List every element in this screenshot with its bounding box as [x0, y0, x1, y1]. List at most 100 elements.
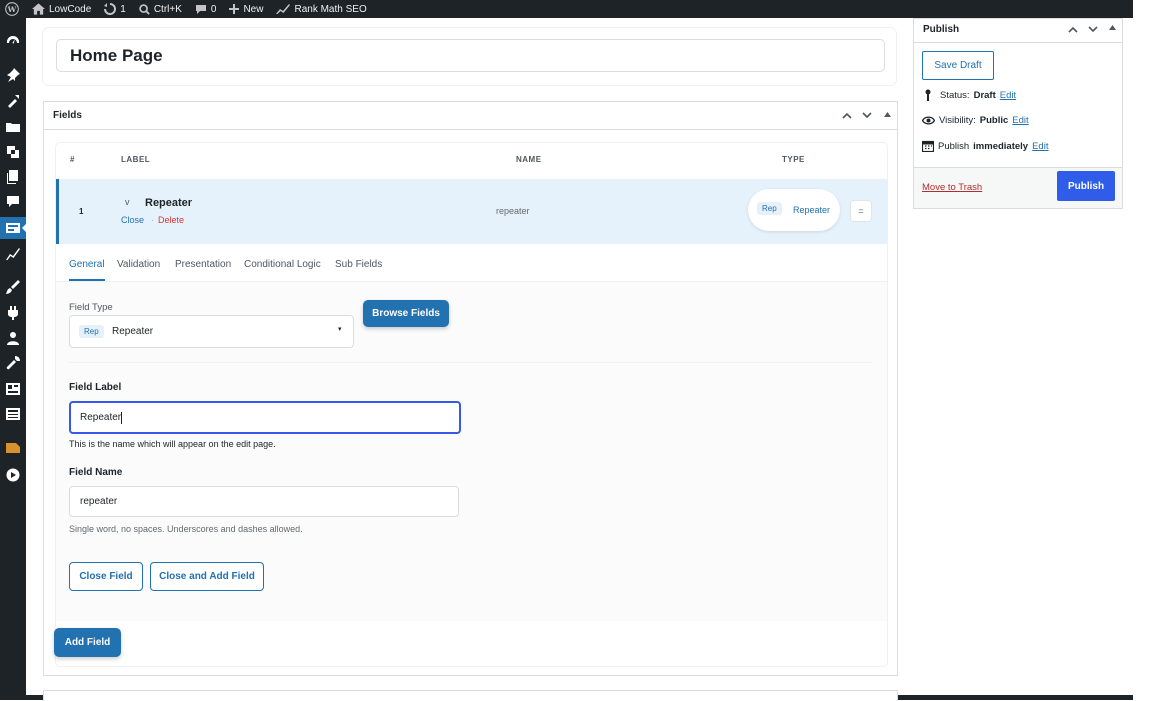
publish-prefix: Publish [938, 140, 970, 152]
comments-link[interactable]: 0 [195, 0, 217, 18]
right-edge [1133, 0, 1152, 700]
publish-move-up-icon[interactable] [1068, 26, 1078, 33]
drag-handle-icon[interactable]: = [851, 201, 871, 221]
folder-icon[interactable] [6, 120, 20, 134]
status-value: Draft [973, 89, 996, 101]
title-input-value: Home Page [70, 45, 163, 65]
browse-fields-label: Browse Fields [372, 308, 440, 319]
field-row[interactable]: 1 v Repeater Close · Delete repeater Rep… [56, 179, 887, 244]
forms-icon[interactable] [6, 221, 20, 235]
field-label-input[interactable]: Repeater [69, 401, 461, 434]
site-name-link[interactable]: LowCode [32, 0, 91, 18]
col-label-header: LABEL [121, 155, 151, 164]
schedule-edit-link[interactable]: Edit [1032, 141, 1048, 152]
settings-icon[interactable] [6, 382, 20, 396]
publish-box: Publish Save Draft Status: Draft Edit Vi… [913, 18, 1123, 209]
users-icon[interactable] [6, 331, 20, 345]
media-icon[interactable] [6, 145, 20, 159]
col-order-header: # [70, 155, 75, 164]
svg-text:W: W [7, 5, 17, 14]
tab-general-label: General [69, 259, 105, 270]
field-name-input-value: repeater [80, 496, 118, 507]
publish-box-title: Publish [923, 24, 960, 35]
field-name-help: Single word, no spaces. Underscores and … [69, 524, 303, 534]
plugin-orange-icon[interactable] [6, 441, 20, 455]
text-caret [121, 411, 123, 424]
rank-math-link[interactable]: Rank Math SEO [276, 0, 367, 18]
field-label-help: This is the name which will appear on th… [69, 439, 276, 449]
add-field-button[interactable]: Add Field [54, 628, 121, 657]
field-label-input-value: Repeater [80, 412, 122, 423]
tab-conditional-logic[interactable]: Conditional Logic [244, 259, 321, 270]
move-down-icon[interactable] [862, 112, 872, 119]
next-postbox-stub [43, 690, 898, 701]
field-type-label: Field Type [69, 302, 113, 313]
publish-value: immediately [973, 140, 1029, 152]
status-prefix: Status: [940, 89, 970, 101]
move-up-icon[interactable] [842, 112, 852, 119]
add-field-label: Add Field [64, 637, 111, 648]
tab-sub-fields[interactable]: Sub Fields [335, 259, 382, 270]
publish-box-header: Publish [914, 19, 1122, 43]
field-type-select[interactable]: Rep Repeater ▾ [69, 315, 354, 348]
comments-icon[interactable] [6, 195, 20, 209]
table-icon[interactable] [6, 407, 20, 421]
home-icon [32, 3, 45, 15]
brush-icon[interactable] [6, 280, 20, 294]
play-icon[interactable] [6, 468, 20, 482]
comments-count: 0 [210, 3, 217, 15]
tab-presentation[interactable]: Presentation [175, 259, 231, 270]
comment-icon [195, 4, 206, 14]
pages-icon[interactable] [6, 170, 20, 184]
updates-link[interactable]: 1 [104, 0, 126, 18]
field-type-chip-badge: Rep [757, 202, 782, 215]
title-card: Home Page [43, 28, 896, 85]
close-and-add-field-button[interactable]: Close and Add Field [150, 562, 264, 591]
pin-icon[interactable] [6, 68, 20, 82]
wordpress-logo-icon[interactable]: W [5, 0, 19, 18]
plugins-icon[interactable] [6, 306, 20, 320]
fields-postbox-title: Fields [53, 110, 82, 121]
tab-general[interactable]: General [69, 259, 105, 281]
field-action-separator: · [151, 215, 154, 225]
visibility-edit-link[interactable]: Edit [1012, 115, 1028, 126]
dashboard-icon[interactable] [6, 35, 20, 49]
plus-icon [229, 4, 240, 14]
fields-postbox-header: Fields [44, 102, 897, 130]
title-input[interactable]: Home Page [56, 39, 885, 72]
rank-math-label: Rank Math SEO [294, 3, 367, 15]
field-label-text[interactable]: Repeater [145, 197, 192, 209]
collapse-triangle-icon[interactable] [884, 112, 891, 118]
close-field-button[interactable]: Close Field [69, 562, 143, 591]
fields-table-header: # LABEL NAME TYPE [56, 143, 887, 178]
field-type-value: Repeater [112, 326, 154, 337]
field-toggle-icon[interactable]: v [125, 197, 130, 207]
key-pin-icon [925, 89, 931, 101]
appearance-icon[interactable] [6, 247, 20, 261]
publish-button[interactable]: Publish [1057, 171, 1115, 201]
schedule-line: Publish immediately Edit [922, 140, 1048, 152]
field-name-text: repeater [496, 206, 530, 216]
admin-sidebar [0, 18, 26, 700]
browse-fields-button[interactable]: Browse Fields [363, 300, 449, 327]
field-settings-tabs: General Validation Presentation Conditio… [56, 245, 887, 282]
field-name-input[interactable]: repeater [69, 486, 459, 517]
fields-table: # LABEL NAME TYPE 1 v Repeater Close · D… [55, 142, 888, 667]
status-edit-link[interactable]: Edit [1000, 90, 1016, 101]
field-label-heading: Field Label [69, 382, 122, 393]
tools-icon[interactable] [6, 94, 20, 108]
search-shortcut[interactable]: Ctrl+K [139, 0, 182, 18]
new-content-link[interactable]: New [229, 0, 263, 18]
save-draft-button[interactable]: Save Draft [922, 51, 994, 80]
updates-count: 1 [120, 3, 126, 15]
field-order: 1 [79, 207, 84, 216]
wrench-icon[interactable] [6, 356, 21, 370]
publish-collapse-icon[interactable] [1109, 25, 1116, 31]
main-content: Home Page Fields # LABEL NAME TYPE 1 v R… [26, 18, 1133, 701]
close-and-add-field-label: Close and Add Field [159, 571, 255, 582]
move-to-trash-link[interactable]: Move to Trash [922, 182, 982, 193]
tab-validation[interactable]: Validation [117, 259, 160, 270]
publish-move-down-icon[interactable] [1088, 26, 1098, 33]
field-close-link[interactable]: Close [121, 215, 144, 225]
field-delete-link[interactable]: Delete [158, 215, 184, 225]
